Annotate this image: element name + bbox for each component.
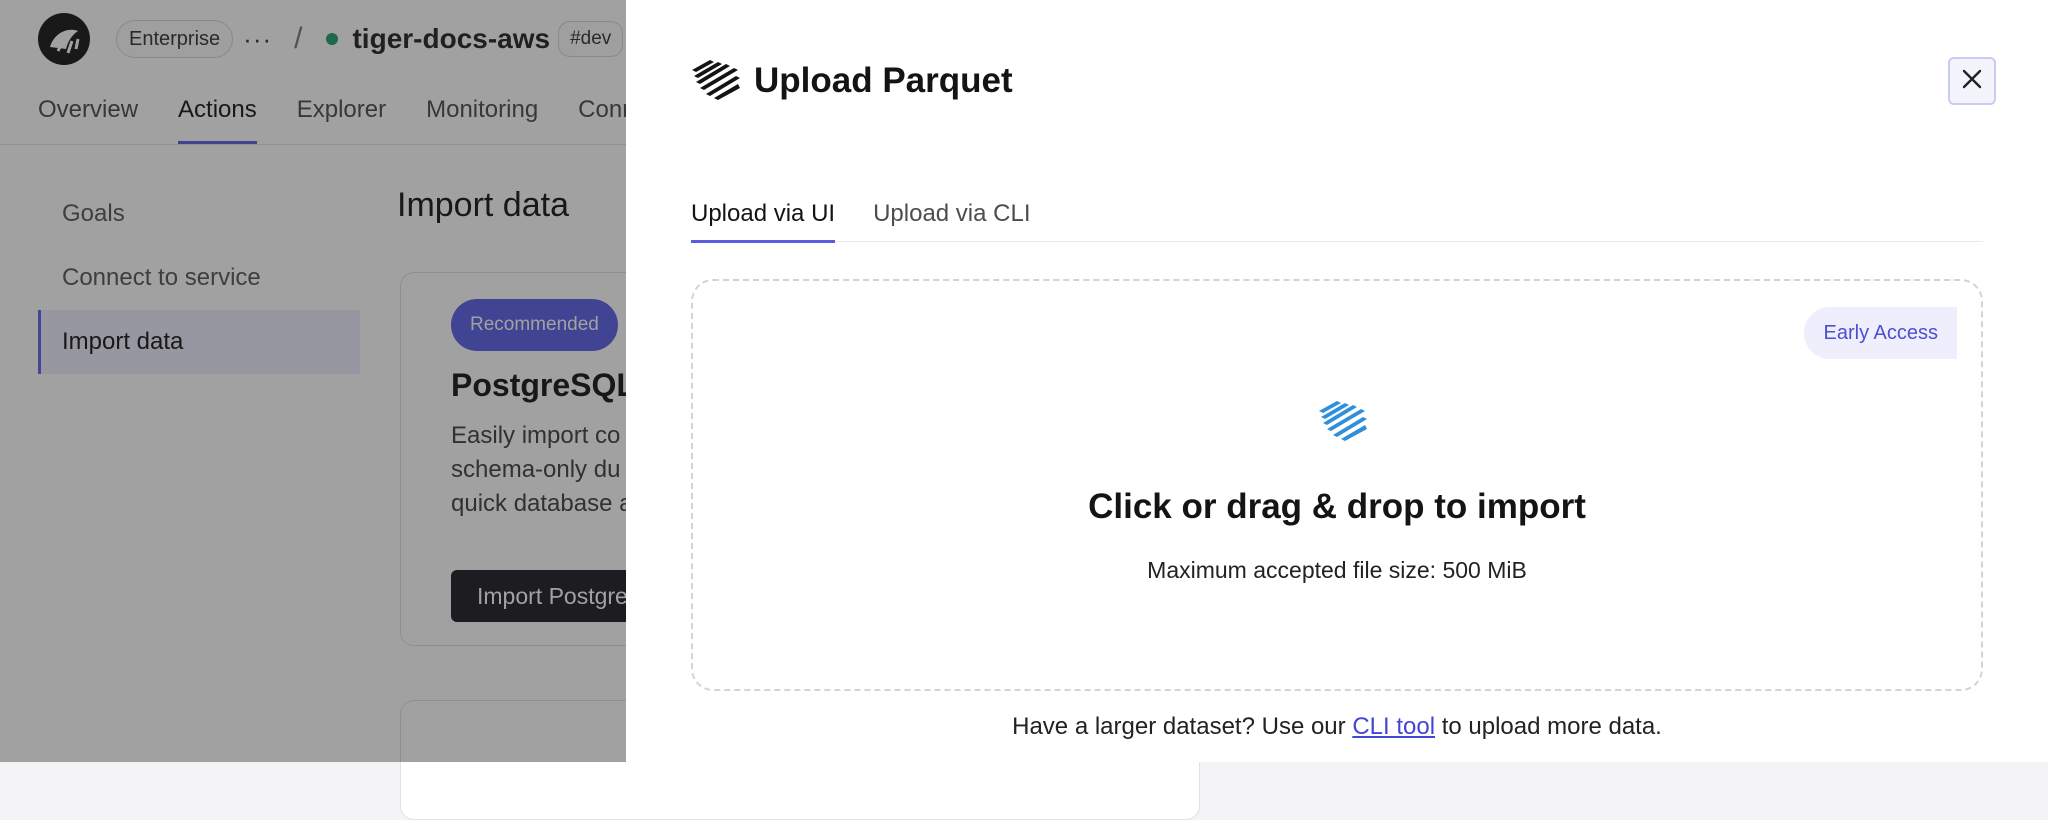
- footer-text-before: Have a larger dataset? Use our: [1012, 713, 1353, 740]
- tab-upload-via-cli[interactable]: Upload via CLI: [873, 194, 1030, 242]
- file-dropzone[interactable]: Early Access Click or drag & drop to imp…: [691, 279, 1983, 691]
- upload-parquet-drawer: Upload Parquet Upload via UI Upload via …: [626, 0, 2048, 762]
- footer-text-after: to upload more data.: [1435, 713, 1662, 740]
- drawer-title: Upload Parquet: [754, 60, 1013, 100]
- modal-overlay[interactable]: [0, 0, 626, 762]
- larger-dataset-note: Have a larger dataset? Use our CLI tool …: [691, 713, 1983, 741]
- close-button[interactable]: [1948, 57, 1996, 105]
- upload-method-tabs: Upload via UI Upload via CLI: [691, 194, 1983, 243]
- drawer-header: Upload Parquet: [690, 56, 1013, 105]
- parquet-upload-icon: [1317, 397, 1369, 446]
- tab-upload-via-ui[interactable]: Upload via UI: [691, 194, 836, 243]
- cli-tool-link[interactable]: CLI tool: [1352, 713, 1435, 740]
- parquet-icon: [690, 56, 742, 105]
- early-access-badge: Early Access: [1803, 307, 1957, 359]
- dropzone-max-size: Maximum accepted file size: 500 MiB: [1147, 557, 1527, 583]
- dropzone-title: Click or drag & drop to import: [1088, 487, 1586, 526]
- close-icon: [1961, 68, 1983, 95]
